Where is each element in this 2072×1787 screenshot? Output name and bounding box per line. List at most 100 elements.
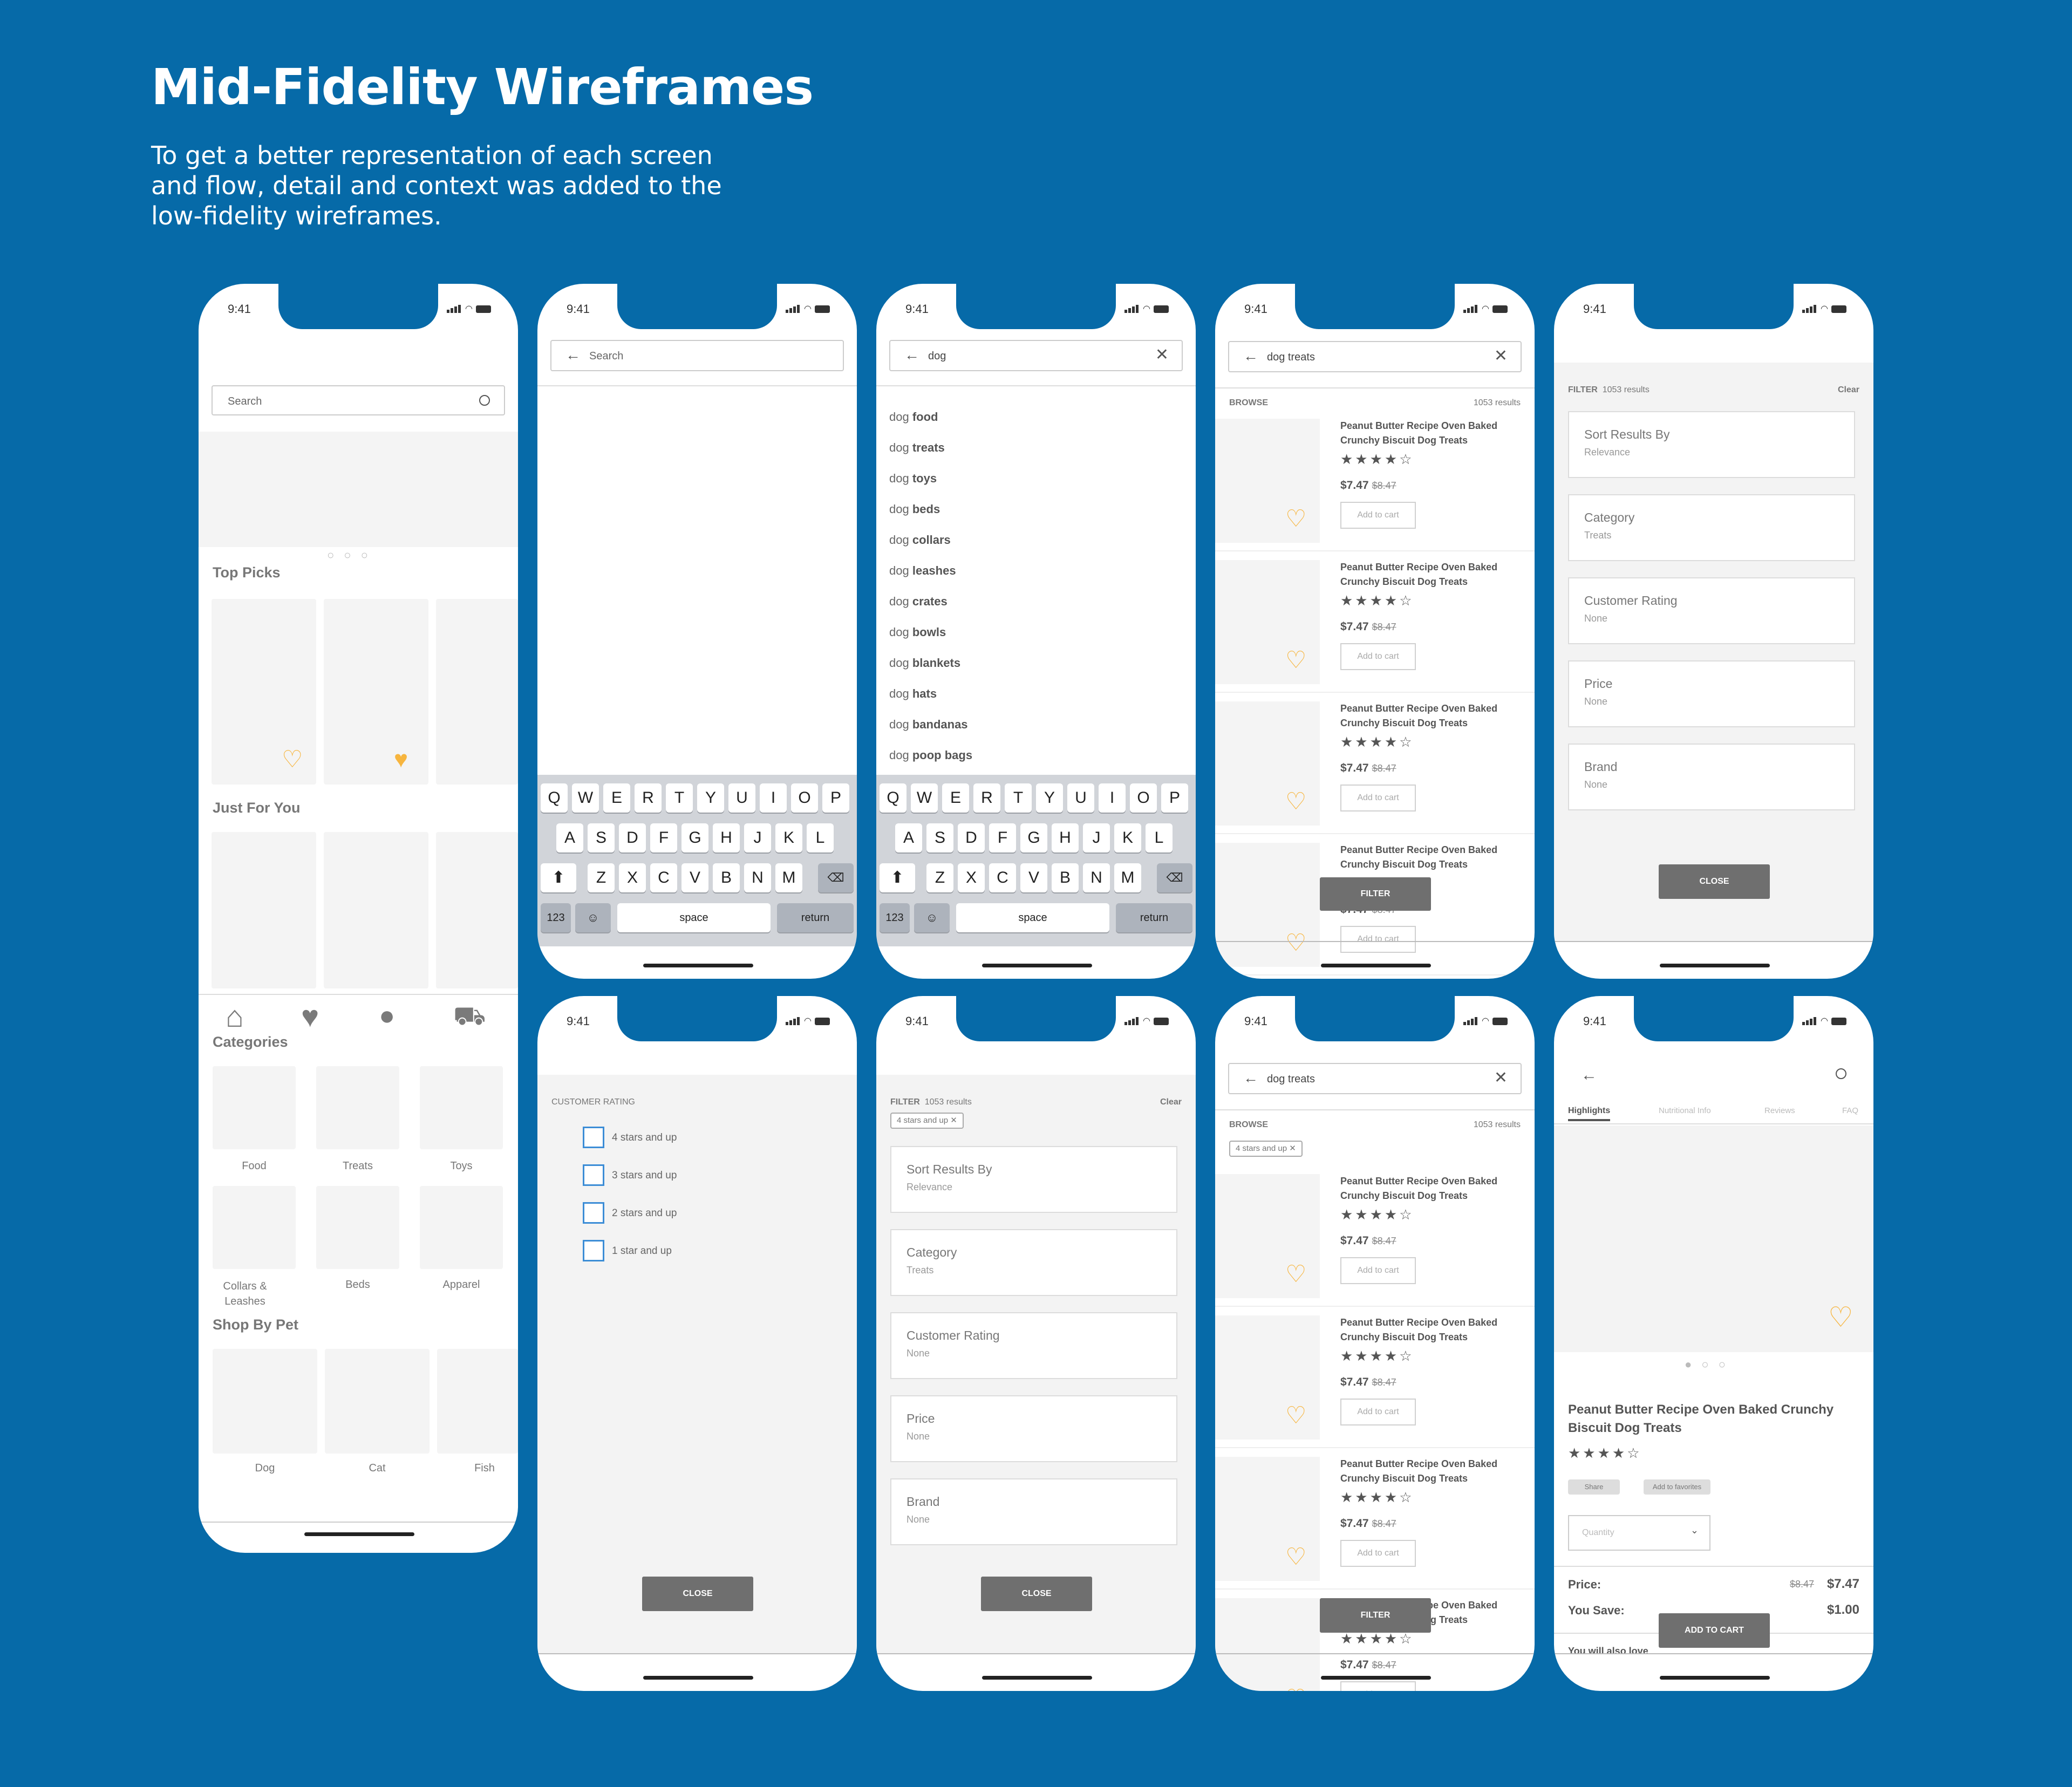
key-y[interactable]: Y xyxy=(1036,783,1063,813)
key-i[interactable]: I xyxy=(760,783,787,813)
key-x[interactable]: X xyxy=(958,863,985,892)
emoji-key[interactable]: ☺ xyxy=(914,903,950,932)
heart-outline-icon[interactable]: ♡ xyxy=(282,748,303,772)
product-row[interactable]: Peanut Butter Recipe Oven Baked Crunchy … xyxy=(1215,411,1535,551)
user-icon[interactable]: ● xyxy=(379,1000,395,1031)
product-row[interactable]: Peanut Butter Recipe Oven Baked Crunchy … xyxy=(1215,553,1535,693)
filter-chip[interactable]: 4 stars and up ✕ xyxy=(890,1113,964,1129)
back-arrow-icon[interactable]: ← xyxy=(1243,347,1258,365)
search-input[interactable]: ← dog treats ✕ xyxy=(1228,1063,1522,1094)
close-icon[interactable]: ✕ xyxy=(1289,1144,1296,1153)
key-q[interactable]: Q xyxy=(880,783,906,813)
heart-outline-icon[interactable]: ♡ xyxy=(1285,1404,1306,1428)
key-h[interactable]: H xyxy=(713,823,740,852)
heart-icon[interactable]: ♥ xyxy=(301,1001,319,1032)
close-button[interactable]: CLOSE xyxy=(981,1577,1092,1611)
filter-button[interactable]: FILTER xyxy=(1320,877,1431,911)
jfy-card[interactable] xyxy=(324,832,428,988)
pet-dog-card[interactable] xyxy=(213,1349,317,1454)
heart-outline-icon[interactable]: ♡ xyxy=(1285,1687,1306,1691)
top-pick-card[interactable] xyxy=(436,599,518,785)
add-to-cart-button[interactable]: Add to cart xyxy=(1340,502,1416,529)
key-o[interactable]: O xyxy=(1130,783,1157,813)
filter-option-sort-results-by[interactable]: Sort Results By Relevance xyxy=(890,1146,1177,1213)
close-button[interactable]: CLOSE xyxy=(642,1577,753,1611)
key-g[interactable]: G xyxy=(1020,823,1047,852)
search-input[interactable]: ← dog treats ✕ xyxy=(1228,341,1522,372)
add-to-cart-button[interactable]: Add to cart xyxy=(1340,785,1416,811)
suggestion-item[interactable]: dog toys xyxy=(889,472,937,486)
key-x[interactable]: X xyxy=(619,863,646,892)
category-treats[interactable] xyxy=(316,1066,399,1149)
key-c[interactable]: C xyxy=(989,863,1016,892)
jfy-card[interactable] xyxy=(212,832,316,988)
hero-banner[interactable] xyxy=(199,432,518,547)
category-food[interactable] xyxy=(213,1066,296,1149)
add-to-cart-button[interactable]: Add to cart xyxy=(1340,643,1416,670)
filter-option-sort-results-by[interactable]: Sort Results By Relevance xyxy=(1568,411,1855,478)
suggestion-item[interactable]: dog hats xyxy=(889,687,937,701)
category-toys[interactable] xyxy=(420,1066,503,1149)
key-v[interactable]: V xyxy=(681,863,708,892)
key-g[interactable]: G xyxy=(681,823,708,852)
tab-nutritional-info[interactable]: Nutritional Info xyxy=(1659,1106,1711,1115)
key-w[interactable]: W xyxy=(572,783,599,813)
suggestion-item[interactable]: dog treats xyxy=(889,441,945,455)
heart-outline-icon[interactable]: ♡ xyxy=(1285,790,1306,814)
suggestion-item[interactable]: dog bandanas xyxy=(889,718,968,732)
filter-option-category[interactable]: Category Treats xyxy=(1568,494,1855,561)
filter-option-price[interactable]: Price None xyxy=(1568,660,1855,727)
key-c[interactable]: C xyxy=(650,863,677,892)
key-p[interactable]: P xyxy=(822,783,849,813)
product-row[interactable]: Peanut Butter Recipe Oven Baked Crunchy … xyxy=(1215,1449,1535,1590)
checkbox-4-stars[interactable] xyxy=(583,1127,604,1148)
key-u[interactable]: U xyxy=(728,783,755,813)
filter-option-price[interactable]: Price None xyxy=(890,1395,1177,1462)
numbers-key[interactable]: 123 xyxy=(880,903,910,932)
key-a[interactable]: A xyxy=(895,823,922,852)
suggestion-item[interactable]: dog bowls xyxy=(889,625,946,639)
product-row[interactable]: Peanut Butter Recipe Oven Baked Crunchy … xyxy=(1215,1167,1535,1307)
return-key[interactable]: return xyxy=(1116,903,1192,932)
filter-chip[interactable]: 4 stars and up ✕ xyxy=(1229,1141,1303,1157)
space-key[interactable]: space xyxy=(617,903,771,932)
key-j[interactable]: J xyxy=(1083,823,1110,852)
key-i[interactable]: I xyxy=(1099,783,1126,813)
key-s[interactable]: S xyxy=(926,823,953,852)
key-l[interactable]: L xyxy=(1146,823,1173,852)
product-row[interactable]: Peanut Butter Recipe Oven Baked Crunchy … xyxy=(1215,1308,1535,1448)
key-v[interactable]: V xyxy=(1020,863,1047,892)
key-t[interactable]: T xyxy=(1005,783,1032,813)
close-icon[interactable]: ✕ xyxy=(1494,346,1508,365)
heart-filled-icon[interactable]: ♥ xyxy=(394,748,408,772)
key-u[interactable]: U xyxy=(1067,783,1094,813)
key-w[interactable]: W xyxy=(911,783,938,813)
shift-key[interactable]: ⬆ xyxy=(541,863,576,892)
key-s[interactable]: S xyxy=(588,823,615,852)
numbers-key[interactable]: 123 xyxy=(541,903,571,932)
add-to-cart-button[interactable]: Add to cart xyxy=(1340,1681,1416,1691)
home-search-input[interactable]: Search xyxy=(212,385,505,415)
close-icon[interactable]: ✕ xyxy=(1155,345,1169,364)
pet-cat-card[interactable] xyxy=(325,1349,430,1454)
jfy-card[interactable] xyxy=(436,832,518,988)
filter-option-customer-rating[interactable]: Customer Rating None xyxy=(890,1312,1177,1379)
quantity-select[interactable]: Quantity ⌄ xyxy=(1568,1515,1710,1551)
key-z[interactable]: Z xyxy=(926,863,953,892)
heart-outline-icon[interactable]: ♡ xyxy=(1285,931,1306,955)
close-button[interactable]: CLOSE xyxy=(1659,864,1770,899)
key-y[interactable]: Y xyxy=(697,783,724,813)
category-beds[interactable] xyxy=(316,1186,399,1269)
search-input[interactable]: ← Search xyxy=(550,340,844,371)
space-key[interactable]: space xyxy=(956,903,1109,932)
key-b[interactable]: B xyxy=(713,863,740,892)
filter-option-brand[interactable]: Brand None xyxy=(1568,744,1855,810)
key-m[interactable]: M xyxy=(775,863,802,892)
add-to-cart-button[interactable]: ADD TO CART xyxy=(1659,1613,1770,1648)
product-row[interactable]: Peanut Butter Recipe Oven Baked Crunchy … xyxy=(1215,694,1535,834)
add-to-cart-button[interactable]: Add to cart xyxy=(1340,1399,1416,1425)
close-icon[interactable]: ✕ xyxy=(950,1116,957,1125)
product-image[interactable]: ♡ xyxy=(1554,1126,1873,1352)
suggestion-item[interactable]: dog food xyxy=(889,410,938,424)
tab-reviews[interactable]: Reviews xyxy=(1764,1106,1795,1115)
